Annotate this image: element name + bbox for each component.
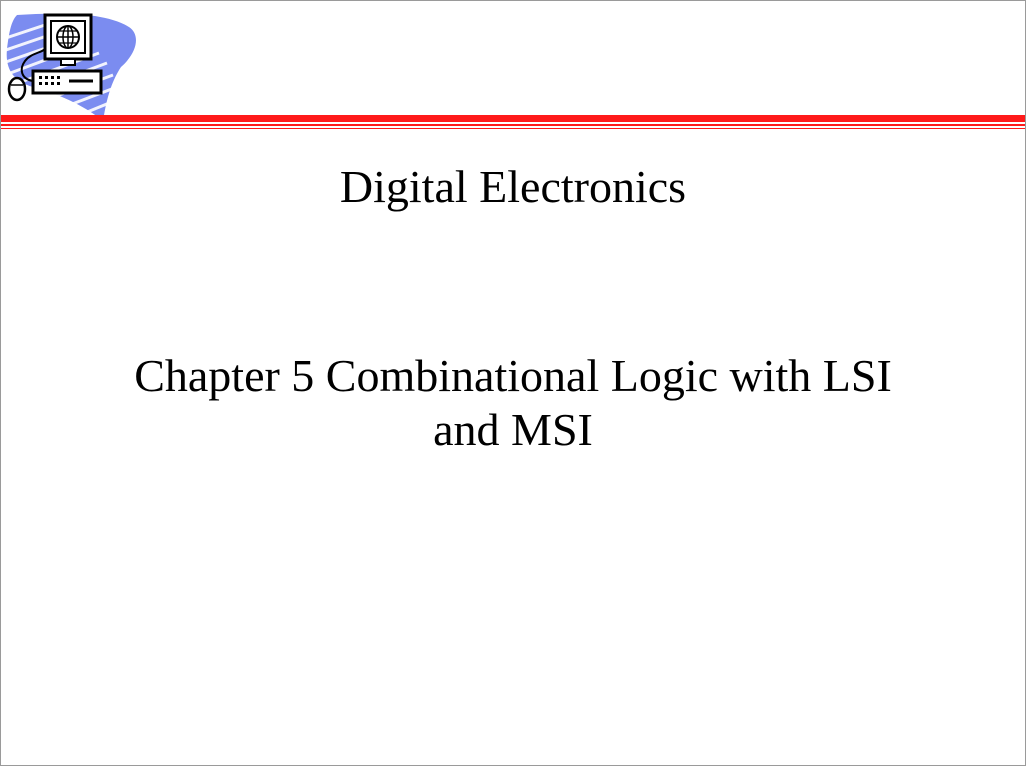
subtitle-line: and MSI	[433, 404, 593, 455]
slide-subtitle: Chapter 5 Combinational Logic with LSI a…	[61, 349, 965, 457]
header-rule-thin	[1, 128, 1025, 129]
slide-title: Digital Electronics	[339, 161, 687, 212]
slide: Digital Electronics Chapter 5 Combinatio…	[0, 0, 1026, 766]
header-rule	[1, 115, 1025, 122]
header-rule-thin	[1, 124, 1025, 126]
subtitle-line: Chapter 5 Combinational Logic with LSI	[134, 350, 892, 401]
computer-globe-icon	[3, 13, 136, 122]
